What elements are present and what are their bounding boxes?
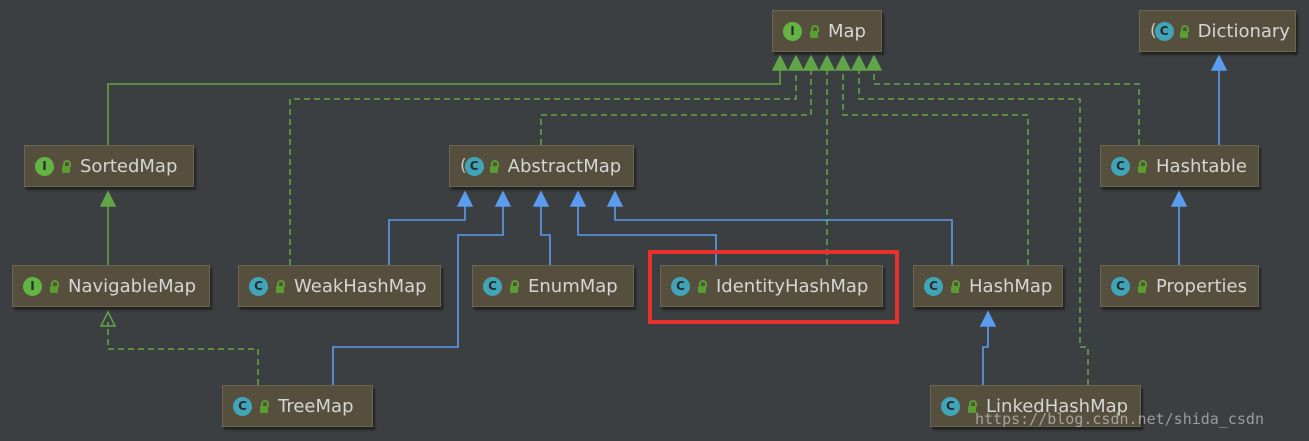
- public-lock-icon: [62, 159, 71, 173]
- arrowhead-linkedhashmap-to-hashmap: [979, 310, 997, 327]
- public-lock-icon: [489, 159, 499, 173]
- node-treemap[interactable]: C TreeMap: [222, 385, 373, 427]
- node-dictionary[interactable]: (C Dictionary: [1139, 10, 1296, 52]
- node-label: SortedMap: [80, 155, 178, 177]
- interface-icon: I: [23, 276, 42, 296]
- arrowhead-hashmap-to-map: [834, 54, 852, 71]
- class-icon: C: [1154, 21, 1174, 41]
- edge-hashtable-to-map: [873, 66, 1140, 145]
- interface-icon: I: [783, 21, 802, 41]
- node-sortedmap[interactable]: I SortedMap: [24, 145, 194, 187]
- arrowhead-hashtable-to-dictionary: [1210, 54, 1228, 71]
- node-hashtable[interactable]: C Hashtable: [1100, 145, 1259, 187]
- public-lock-icon: [1138, 159, 1147, 173]
- edge-weakhashmap-to-abstractmap: [388, 202, 466, 265]
- arrowhead-abstractmap-to-map: [802, 54, 820, 71]
- arrowhead-properties-to-hashtable: [1170, 190, 1188, 207]
- interface-icon: I: [35, 156, 54, 176]
- public-lock-icon: [260, 399, 269, 413]
- arrowhead-hashtable-to-map: [865, 54, 883, 71]
- edge-treemap-to-navigablemap: [107, 322, 259, 385]
- arrowhead-identityhashmap-to-map: [818, 54, 836, 71]
- node-label: Map: [828, 20, 866, 42]
- class-icon: C: [249, 276, 268, 296]
- node-weakhashmap[interactable]: C WeakHashMap: [238, 265, 441, 307]
- class-icon: C: [233, 396, 252, 416]
- node-label: Properties: [1156, 275, 1247, 297]
- node-hashmap[interactable]: C HashMap: [913, 265, 1063, 307]
- class-icon: C: [1111, 276, 1130, 296]
- edge-hashmap-to-map: [842, 66, 1029, 265]
- class-icon: C: [464, 156, 484, 176]
- node-label: TreeMap: [278, 395, 354, 417]
- edge-linkedhashmap-to-map: [858, 66, 1089, 385]
- node-label: Hashtable: [1156, 155, 1247, 177]
- edge-enummap-to-abstractmap: [540, 202, 551, 265]
- node-label: NavigableMap: [68, 275, 197, 297]
- public-lock-icon: [510, 279, 519, 293]
- public-lock-icon: [1179, 24, 1189, 38]
- arrowhead-weakhashmap-to-map: [787, 54, 805, 71]
- public-lock-icon: [276, 279, 285, 293]
- node-enummap[interactable]: C EnumMap: [472, 265, 634, 307]
- highlight-box: [648, 250, 899, 324]
- node-navigablemap[interactable]: I NavigableMap: [12, 265, 210, 307]
- public-lock-icon: [810, 24, 819, 38]
- edges-layer: [99, 54, 1228, 385]
- arrowhead-navigablemap-to-sortedmap: [99, 190, 117, 207]
- public-lock-icon: [50, 279, 59, 293]
- node-properties[interactable]: C Properties: [1100, 265, 1259, 307]
- arrowhead-sortedmap-to-map: [771, 54, 789, 71]
- arrowhead-linkedhashmap-to-map: [850, 54, 868, 71]
- arrowhead-treemap-to-abstractmap: [494, 190, 512, 207]
- arrowhead-enummap-to-abstractmap: [532, 190, 550, 207]
- watermark: https://blog.csdn.net/shida_csdn: [975, 410, 1264, 428]
- class-icon: C: [483, 276, 502, 296]
- arrowhead-identityhashmap-to-abstractmap: [569, 190, 587, 207]
- node-label: WeakHashMap: [294, 275, 427, 297]
- class-icon: C: [924, 276, 943, 296]
- node-abstractmap[interactable]: (C AbstractMap: [449, 145, 634, 187]
- node-map[interactable]: I Map: [772, 10, 882, 52]
- edge-abstractmap-to-map: [540, 66, 812, 145]
- node-label: EnumMap: [528, 275, 618, 297]
- edge-sortedmap-to-map: [107, 66, 781, 145]
- node-label: Dictionary: [1197, 20, 1290, 42]
- edge-linkedhashmap-to-hashmap: [982, 322, 989, 385]
- public-lock-icon: [951, 279, 960, 293]
- arrowhead-weakhashmap-to-abstractmap: [456, 190, 474, 207]
- arrowhead-hashmap-to-abstractmap: [606, 190, 624, 207]
- class-icon: C: [1111, 156, 1130, 176]
- node-label: AbstractMap: [507, 155, 622, 177]
- node-label: HashMap: [969, 275, 1053, 297]
- public-lock-icon: [1138, 279, 1147, 293]
- uml-diagram-canvas: I Map(C Dictionary I SortedMap(C AbstractMap C…: [0, 0, 1309, 441]
- class-icon: C: [941, 396, 960, 416]
